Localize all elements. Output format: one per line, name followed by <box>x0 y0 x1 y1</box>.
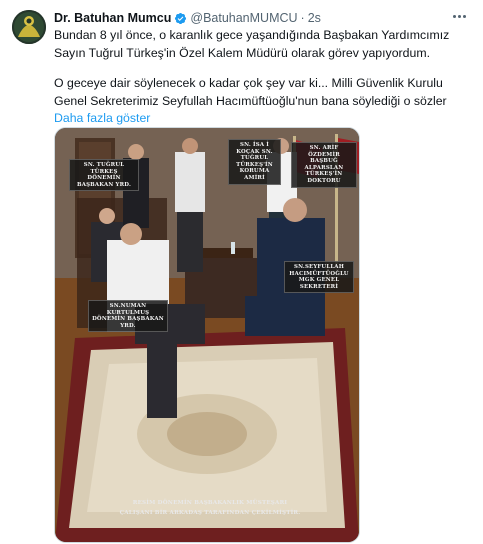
author-handle[interactable]: @BatuhanMUMCU <box>190 11 297 25</box>
tweet-photo[interactable]: SN. TUĞRUL TÜRKEŞ DÖNEMİN BAŞBAKAN YRD. … <box>54 127 360 543</box>
photo-caption: SN. TUĞRUL TÜRKEŞ DÖNEMİN BAŞBAKAN YRD. <box>69 159 139 192</box>
tweet-text-line: Sayın Tuğrul Türkeş'in Özel Kalem Müdürü… <box>54 45 430 60</box>
show-more-link[interactable]: Daha fazla göster <box>54 110 478 128</box>
tweet-text-line: Genel Sekreterimiz Seyfullah Hacımüftüoğ… <box>54 93 447 108</box>
tweet-header: Dr. Batuhan Mumcu @BatuhanMUMCU · 2s <box>54 8 473 28</box>
photo-caption: SN. İSA İ KOÇAK SN. TUĞRUL TÜRKEŞ'İN KOR… <box>228 139 281 185</box>
photo-caption: SN. ARİF ÖZDEMİR BAŞBUĞ ALPARSLAN TÜRKEŞ… <box>291 142 357 188</box>
photo-caption: SN.NUMAN KURTULMUŞ DÖNEMİN BAŞBAKAN YRD. <box>88 300 168 333</box>
tweet[interactable]: Dr. Batuhan Mumcu @BatuhanMUMCU · 2s Bun… <box>0 0 483 544</box>
verified-badge-icon <box>175 12 187 24</box>
photo-caption: SN.SEYFULLAH HACIMÜFTÜOĞLU MGK GENEL SEK… <box>284 261 354 294</box>
tweet-text-line: Bundan 8 yıl önce, o karanlık gece yaşan… <box>54 28 450 42</box>
author-avatar[interactable] <box>12 10 46 44</box>
separator-dot: · <box>300 11 305 25</box>
tweet-text-line: O geceye dair söylenecek o kadar çok şey… <box>54 76 443 90</box>
tweet-text: Bundan 8 yıl önce, o karanlık gece yaşan… <box>54 27 478 128</box>
author-name[interactable]: Dr. Batuhan Mumcu <box>54 11 171 25</box>
avatar-image <box>12 10 46 44</box>
tweet-timestamp[interactable]: 2s <box>308 11 321 25</box>
photo-credit: ÇALIŞANI BİR ARKADAŞ TARAFINDAN ÇEKİLMİŞ… <box>119 510 301 516</box>
more-options-icon[interactable] <box>449 8 469 24</box>
